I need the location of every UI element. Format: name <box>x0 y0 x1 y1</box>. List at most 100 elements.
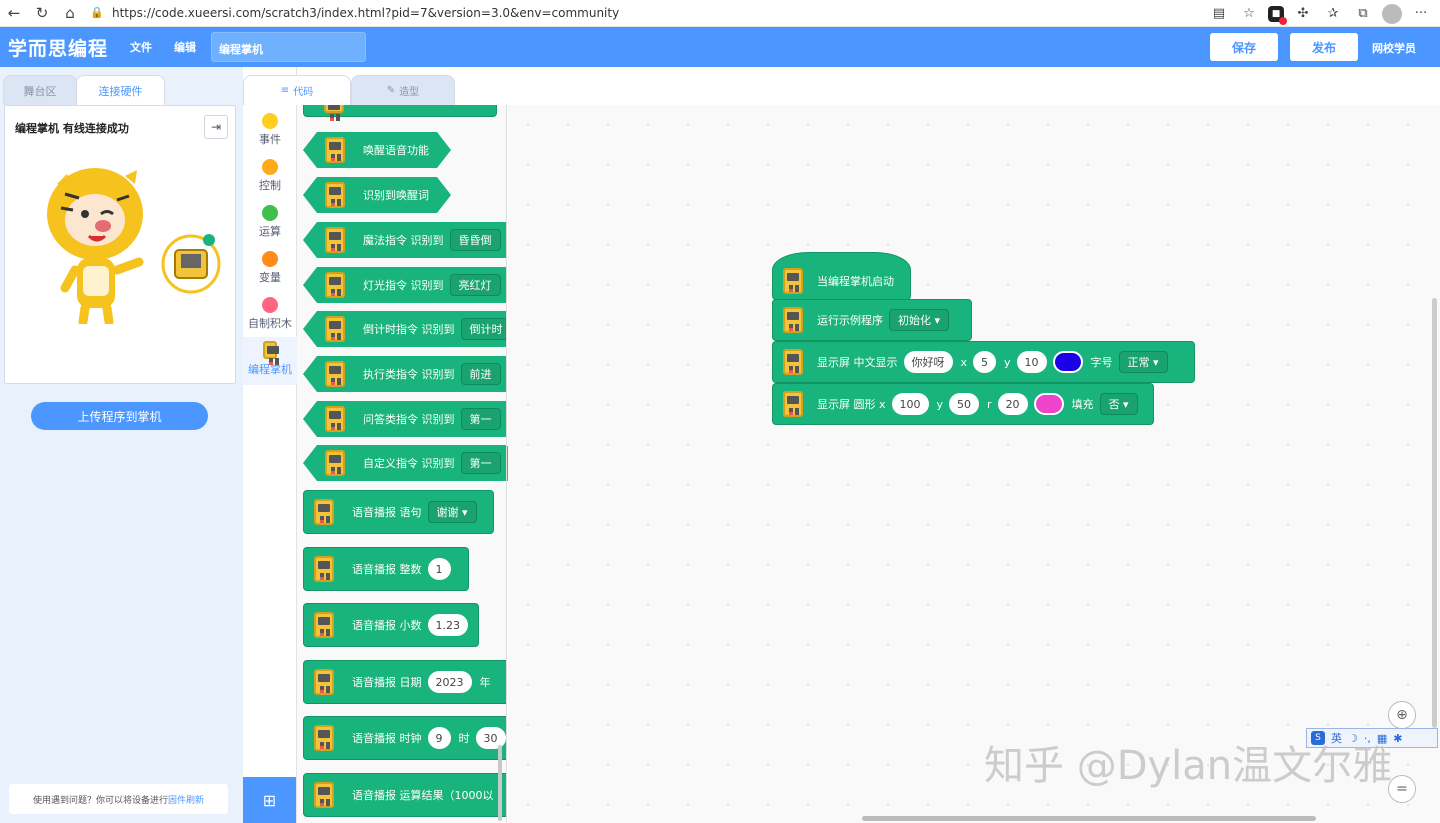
palette-block-speak-sentence[interactable]: 语音播报 语句 谢谢 ▾ <box>303 490 494 534</box>
favorites-icon[interactable]: ✰ <box>1322 3 1344 25</box>
circle-r-input[interactable]: 20 <box>997 393 1028 415</box>
palette-block-speak-decimal[interactable]: 语音播报 小数 1.23 <box>303 603 479 647</box>
block-label: 语音播报 运算结果（1000以 <box>352 789 494 802</box>
palette-block-speak-clock[interactable]: 语音播报 时钟 9 时 30 <box>303 716 506 760</box>
tab-costume-label: 造型 <box>399 87 420 98</box>
category-control[interactable]: 控制 <box>243 155 297 201</box>
example-dropdown[interactable]: 初始化 ▾ <box>889 309 950 331</box>
circle-y-input[interactable]: 50 <box>949 393 980 415</box>
block-number-input[interactable]: 1 <box>427 558 451 580</box>
palette-block-speak-date[interactable]: 语音播报 日期 2023 年 <box>303 660 506 704</box>
address-bar[interactable]: 🔒 https://code.xueersi.com/scratch3/inde… <box>90 2 1290 24</box>
workspace-vertical-scrollbar[interactable] <box>1432 298 1437 728</box>
category-handheld[interactable]: 编程掌机 <box>243 337 297 385</box>
fill-dropdown[interactable]: 否 ▾ <box>1099 393 1138 415</box>
tab-stage[interactable]: 舞台区 <box>3 75 77 105</box>
block-dropdown[interactable]: 第一 <box>461 408 501 430</box>
block-label: 灯光指令 识别到 <box>363 279 444 292</box>
hat-block-on-start[interactable]: 当编程掌机启动 <box>772 252 911 300</box>
menu-edit[interactable]: 编辑 <box>174 39 196 55</box>
palette-block-magic-cmd[interactable]: 魔法指令 识别到 昏昏倒 <box>303 222 507 258</box>
save-button[interactable]: 保存 <box>1210 33 1278 61</box>
my-blocks-color-dot <box>262 297 278 313</box>
palette-block-partial[interactable] <box>303 105 497 118</box>
publish-button[interactable]: 发布 <box>1290 33 1358 61</box>
handheld-block-icon <box>783 391 803 417</box>
text-input[interactable]: 你好呀 <box>903 351 953 373</box>
collections-icon[interactable]: ⧉ <box>1352 3 1374 25</box>
favorite-star-icon[interactable]: ☆ <box>1238 3 1260 25</box>
block-number-input[interactable]: 1.23 <box>427 614 468 636</box>
palette-block-speak-integer[interactable]: 语音播报 整数 1 <box>303 547 469 591</box>
zoom-in-icon[interactable]: ⊕ <box>1388 701 1416 729</box>
tab-costume[interactable]: ✎ 造型 <box>351 75 455 105</box>
block-dropdown[interactable]: 昏昏倒 <box>450 229 501 251</box>
palette-block-custom-cmd[interactable]: 自定义指令 识别到 第一 <box>303 445 507 481</box>
block-number-input[interactable]: 9 <box>427 727 451 749</box>
tab-code[interactable]: ≡ 代码 <box>243 75 351 105</box>
extension-badge-icon[interactable]: ■ <box>1268 5 1287 25</box>
block-dropdown[interactable]: 倒计时 <box>461 318 508 340</box>
block-label: 语音播报 日期 <box>352 676 422 689</box>
extensions-icon[interactable]: ✣ <box>1292 3 1314 25</box>
block-dropdown[interactable]: 谢谢 ▾ <box>427 501 477 523</box>
user-menu[interactable]: 网校学员 <box>1372 40 1416 56</box>
circle-x-input[interactable]: 100 <box>891 393 929 415</box>
y-input[interactable]: 10 <box>1016 351 1047 373</box>
logo[interactable]: 学而思编程 <box>8 34 108 61</box>
menu-file[interactable]: 文件 <box>130 39 152 55</box>
palette-block-wake-word[interactable]: 识别到唤醒词 <box>303 177 451 213</box>
block-unit-label: 时 <box>458 732 470 745</box>
disconnect-icon[interactable]: ⇥ <box>204 115 228 139</box>
block-display-text[interactable]: 显示屏 中文显示 你好呀 x 5 y 10 字号 正常 ▾ <box>772 341 1195 383</box>
block-number-input[interactable]: 2023 <box>427 671 472 693</box>
font-size-dropdown[interactable]: 正常 ▾ <box>1118 351 1168 373</box>
block-label: 语音播报 整数 <box>352 563 422 576</box>
back-icon[interactable]: ← <box>0 0 28 27</box>
y-label: y <box>1004 355 1011 369</box>
block-run-example[interactable]: 运行示例程序 初始化 ▾ <box>772 299 972 341</box>
category-my-blocks[interactable]: 自制积木 <box>243 293 297 339</box>
home-icon[interactable]: ⌂ <box>56 0 84 27</box>
profile-avatar[interactable] <box>1382 3 1402 24</box>
handheld-block-icon <box>325 361 345 387</box>
palette-block-qa-cmd[interactable]: 问答类指令 识别到 第一 <box>303 401 507 437</box>
block-dropdown[interactable]: 前进 <box>461 363 501 385</box>
block-unit-label: 年 <box>479 676 491 689</box>
block-palette: 唤醒语音功能 识别到唤醒词 魔法指令 识别到 昏昏倒 灯光指令 识别到 亮红灯 倒计… <box>297 105 507 823</box>
handheld-block-icon <box>325 137 345 163</box>
add-extension-button[interactable]: ⊞ <box>243 777 296 823</box>
reader-icon[interactable]: ▤ <box>1208 3 1230 25</box>
workspace-horizontal-scrollbar[interactable] <box>862 816 1316 821</box>
palette-block-action-cmd[interactable]: 执行类指令 识别到 前进 <box>303 356 507 392</box>
handheld-block-icon <box>783 307 803 333</box>
ime-settings-icon[interactable]: ✱ <box>1393 732 1402 745</box>
palette-scrollbar[interactable] <box>498 745 502 821</box>
palette-block-wake-voice[interactable]: 唤醒语音功能 <box>303 132 451 168</box>
tab-code-label: 代码 <box>293 87 314 98</box>
handheld-block-icon <box>325 316 345 342</box>
more-menu-icon[interactable]: ··· <box>1410 3 1432 25</box>
script-workspace[interactable]: 当编程掌机启动 运行示例程序 初始化 ▾ 显示屏 中文显示 你好呀 x 5 y … <box>508 105 1440 823</box>
zoom-reset-icon[interactable]: = <box>1388 775 1416 803</box>
circle-color-swatch[interactable] <box>1033 393 1064 415</box>
x-input[interactable]: 5 <box>973 351 997 373</box>
category-label: 自制积木 <box>248 317 292 330</box>
palette-block-light-cmd[interactable]: 灯光指令 识别到 亮红灯 <box>303 267 507 303</box>
category-variables[interactable]: 变量 <box>243 247 297 293</box>
block-display-circle[interactable]: 显示屏 圆形 x 100 y 50 r 20 填充 否 ▾ <box>772 383 1154 425</box>
block-dropdown[interactable]: 亮红灯 <box>450 274 501 296</box>
firmware-refresh-link[interactable]: 固件刷新 <box>168 793 204 806</box>
category-events[interactable]: 事件 <box>243 109 297 155</box>
upload-program-button[interactable]: 上传程序到掌机 <box>31 402 208 430</box>
hardware-card: 编程掌机 有线连接成功 ⇥ <box>4 105 236 384</box>
project-title-input[interactable]: 编程掌机 <box>211 32 366 62</box>
block-dropdown[interactable]: 第一 <box>461 452 501 474</box>
text-color-swatch[interactable] <box>1052 351 1083 373</box>
tab-hardware[interactable]: 连接硬件 <box>76 75 165 106</box>
palette-block-countdown-cmd[interactable]: 倒计时指令 识别到 倒计时 <box>303 311 507 347</box>
category-operators[interactable]: 运算 <box>243 201 297 247</box>
variables-color-dot <box>262 251 278 267</box>
palette-block-speak-result[interactable]: 语音播报 运算结果（1000以 <box>303 773 506 817</box>
reload-icon[interactable]: ↻ <box>28 0 56 27</box>
